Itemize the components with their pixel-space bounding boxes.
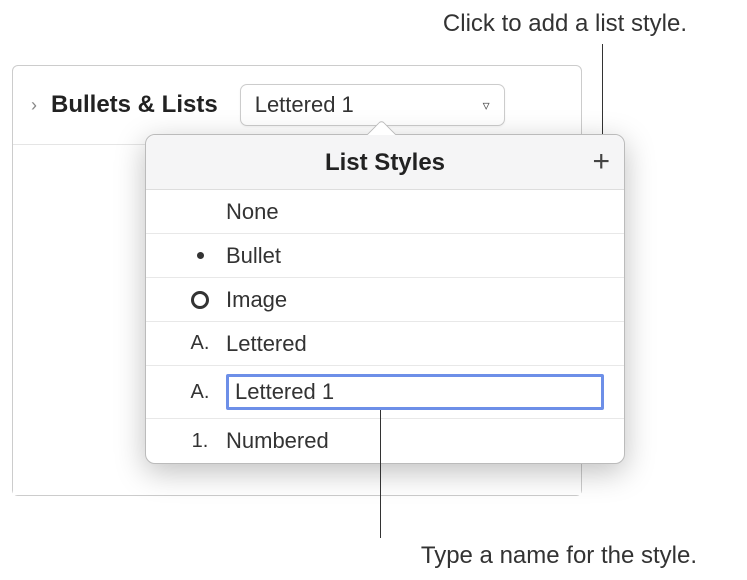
style-label: Numbered [226,428,329,454]
style-item-bullet[interactable]: Bullet [146,234,624,278]
chevron-right-icon[interactable]: › [31,95,37,116]
style-item-numbered[interactable]: 1. Numbered [146,419,624,463]
callout-line-bottom [380,410,381,538]
callout-add-style: Click to add a list style. [443,10,687,38]
circle-icon [184,291,216,309]
marker-numbered: 1. [184,430,216,453]
style-list: None Bullet Image A. Lettered A. 1. Numb… [146,190,624,463]
dropdown-value: Lettered 1 [255,92,354,118]
style-label: Image [226,287,287,313]
bullet-icon [184,252,216,259]
style-item-none[interactable]: None [146,190,624,234]
style-item-lettered[interactable]: A. Lettered [146,322,624,366]
popover-header: List Styles + [146,135,624,190]
list-style-dropdown[interactable]: Lettered 1 ▿ [240,84,505,126]
style-item-lettered1[interactable]: A. [146,366,624,419]
style-item-image[interactable]: Image [146,278,624,322]
popover-title: List Styles [325,149,445,176]
style-label: Bullet [226,243,281,269]
chevron-down-icon: ▿ [483,97,490,114]
callout-type-name: Type a name for the style. [421,542,697,570]
style-label: None [226,199,279,225]
marker-lettered1: A. [184,381,216,404]
list-styles-popover: List Styles + None Bullet Image A. Lette… [145,134,625,464]
style-label: Lettered [226,331,307,357]
add-style-button[interactable]: + [592,147,610,177]
marker-lettered: A. [184,332,216,355]
style-name-input[interactable] [226,374,604,410]
section-label: Bullets & Lists [51,91,218,119]
